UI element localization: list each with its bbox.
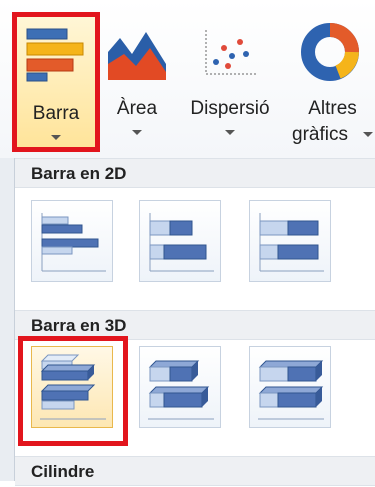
scatter-chart-icon bbox=[205, 30, 256, 75]
chevron-down-icon bbox=[51, 135, 61, 140]
stacked-bar-icon bbox=[149, 213, 214, 272]
chevron-down-icon bbox=[225, 130, 235, 135]
other-charts-button[interactable]: Altres gràfics bbox=[290, 12, 375, 162]
stacked-bar-3d-option[interactable] bbox=[139, 346, 221, 428]
clustered-bar-icon bbox=[41, 213, 106, 272]
area-chart-button[interactable]: Àrea bbox=[104, 12, 170, 152]
chevron-down-icon bbox=[363, 132, 373, 137]
bar-chart-icon bbox=[26, 28, 84, 82]
area-chart-label: Àrea bbox=[116, 98, 158, 119]
bar-chart-label: Barra bbox=[32, 103, 80, 124]
stacked-bar-3d-icon bbox=[148, 360, 214, 420]
100-stacked-bar-3d-option[interactable] bbox=[249, 346, 331, 428]
worksheet-edge bbox=[0, 158, 15, 481]
highlight-box bbox=[18, 336, 128, 446]
section-header-cylinder: Cilindre bbox=[15, 456, 375, 486]
100-stacked-bar-icon bbox=[259, 213, 324, 272]
scatter-chart-button[interactable]: Dispersió bbox=[182, 12, 278, 152]
stacked-bar-option[interactable] bbox=[139, 200, 221, 282]
section-header-2d-bar: Barra en 2D bbox=[15, 158, 375, 188]
bar-chart-button[interactable]: Barra bbox=[12, 12, 100, 152]
clustered-bar-option[interactable] bbox=[31, 200, 113, 282]
100-stacked-bar-option[interactable] bbox=[249, 200, 331, 282]
doughnut-chart-icon bbox=[301, 23, 359, 81]
100-stacked-bar-3d-icon bbox=[258, 360, 324, 420]
area-chart-icon bbox=[108, 32, 166, 80]
chevron-down-icon bbox=[132, 130, 142, 135]
ribbon-charts-group: Barra Àrea Dispersió Altres gràfics bbox=[0, 0, 375, 159]
other-charts-label-line1: Altres bbox=[308, 98, 357, 119]
scatter-chart-label: Dispersió bbox=[190, 98, 270, 119]
